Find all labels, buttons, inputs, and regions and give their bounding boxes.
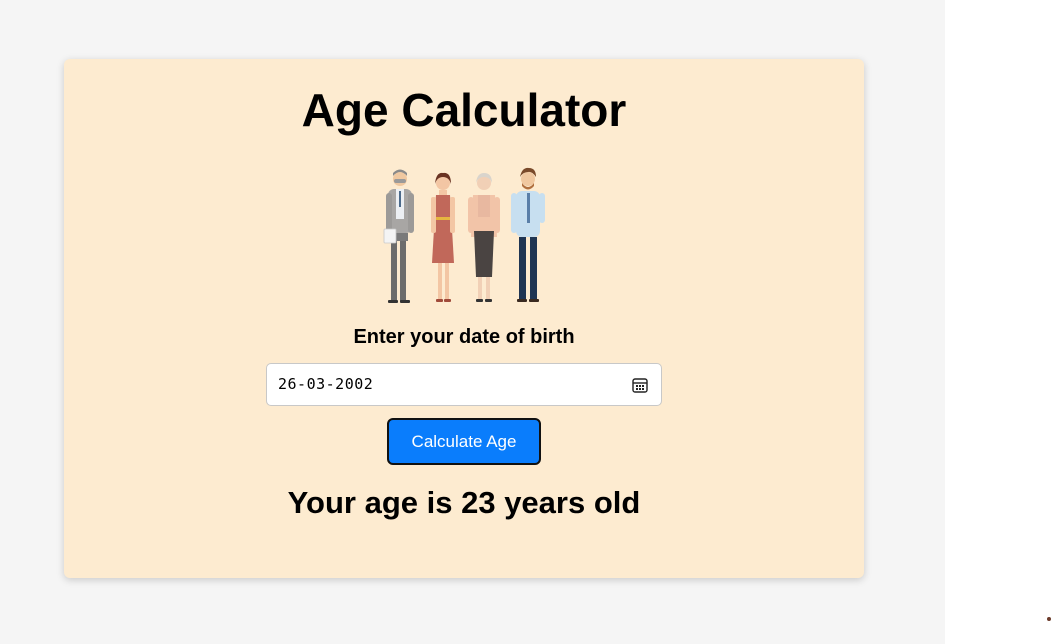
calendar-icon[interactable]: [631, 376, 649, 394]
dob-label: Enter your date of birth: [353, 326, 575, 348]
page-title: Age Calculator: [301, 84, 627, 136]
young-man-figure: [511, 167, 545, 302]
dob-date-input[interactable]: 26-03-2002: [266, 363, 662, 406]
dob-date-value[interactable]: 26-03-2002: [278, 375, 373, 393]
age-result: Your age is 23 years old: [287, 485, 641, 520]
people-group-illustration: [383, 167, 545, 303]
calculate-age-button[interactable]: Calculate Age: [387, 418, 541, 465]
calculator-card: Age Calculator Enter your date of birth …: [64, 59, 864, 578]
elderly-man-figure: [383, 169, 414, 303]
page-viewport: Age Calculator Enter your date of birth …: [0, 0, 945, 644]
young-woman-figure: [431, 172, 455, 302]
elderly-woman-figure: [468, 173, 500, 302]
cursor-dot: [1047, 617, 1051, 621]
